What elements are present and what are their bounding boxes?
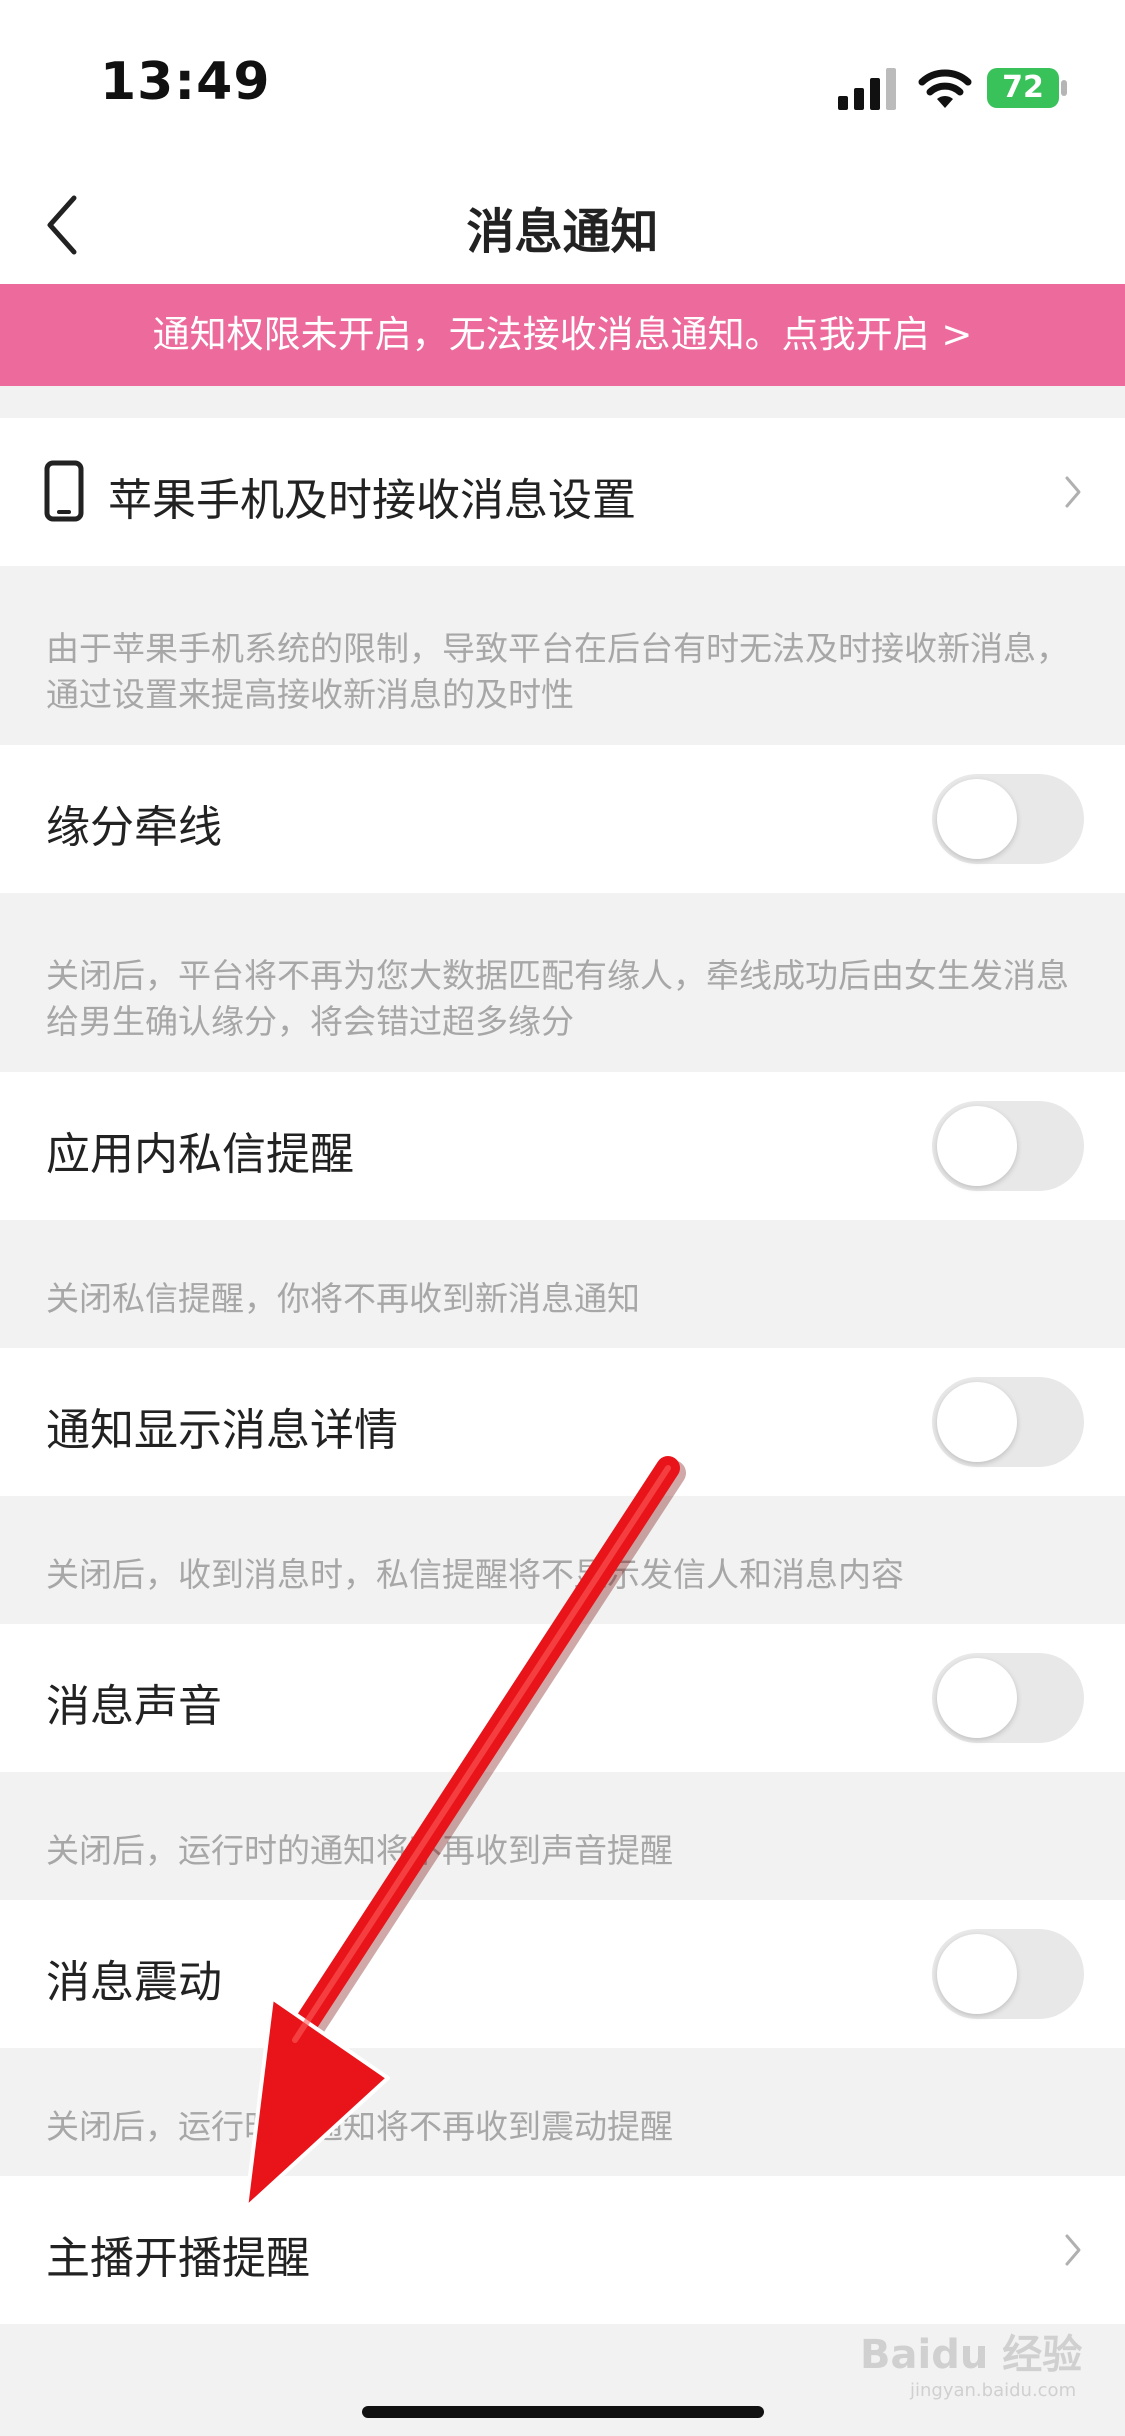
battery-level: 72 xyxy=(1002,70,1044,105)
sound-row: 消息声音 xyxy=(0,1624,1125,1772)
iphone-settings-note: 由于苹果手机系统的限制，导致平台在后台有时无法及时接收新消息，通过设置来提高接收… xyxy=(46,629,1069,714)
anchor-live-row[interactable]: 主播开播提醒 xyxy=(0,2176,1125,2324)
phone-icon xyxy=(44,460,84,522)
baidu-watermark: Baidu 经验 xyxy=(860,2332,1083,2378)
toggle-knob xyxy=(937,1658,1017,1738)
sound-toggle[interactable] xyxy=(932,1653,1084,1743)
cellular-signal-icon xyxy=(838,68,896,110)
iphone-settings-row[interactable]: 苹果手机及时接收消息设置 xyxy=(0,418,1125,566)
page-title: 消息通知 xyxy=(466,204,659,260)
in-app-dm-row: 应用内私信提醒 xyxy=(0,1072,1125,1220)
show-details-toggle[interactable] xyxy=(932,1377,1084,1467)
notification-permission-banner[interactable]: 通知权限未开启，无法接收消息通知。点我开启 > xyxy=(0,284,1125,386)
show-details-row: 通知显示消息详情 xyxy=(0,1348,1125,1496)
chevron-right-icon xyxy=(1065,476,1081,508)
toggle-knob xyxy=(937,1382,1017,1462)
toggle-knob xyxy=(937,1934,1017,2014)
show-details-label: 通知显示消息详情 xyxy=(46,1405,398,1456)
matchmaking-label: 缘分牵线 xyxy=(46,802,222,853)
wifi-icon xyxy=(918,69,972,108)
in-app-dm-label: 应用内私信提醒 xyxy=(46,1129,354,1180)
baidu-watermark-url: jingyan.baidu.com xyxy=(910,2380,1077,2401)
chevron-right-icon xyxy=(1065,2234,1081,2266)
toggle-knob xyxy=(937,779,1017,859)
anchor-live-label: 主播开播提醒 xyxy=(46,2233,310,2284)
sound-label: 消息声音 xyxy=(46,1681,222,1732)
status-time: 13:49 xyxy=(100,52,271,112)
matchmaking-row: 缘分牵线 xyxy=(0,745,1125,893)
vibration-row: 消息震动 xyxy=(0,1900,1125,2048)
navigation-bar: 消息通知 xyxy=(0,170,1125,284)
matchmaking-toggle[interactable] xyxy=(932,774,1084,864)
show-details-note: 关闭后，收到消息时，私信提醒将不显示发信人和消息内容 xyxy=(46,1555,904,1594)
vibration-note: 关闭后，运行时的通知将不再收到震动提醒 xyxy=(46,2107,673,2146)
in-app-dm-toggle[interactable] xyxy=(932,1101,1084,1191)
home-indicator xyxy=(362,2406,764,2418)
status-bar: 13:49 72 xyxy=(0,0,1125,170)
vibration-toggle[interactable] xyxy=(932,1929,1084,2019)
matchmaking-note: 关闭后，平台将不再为您大数据匹配有缘人，牵线成功后由女生发消息给男生确认缘分，将… xyxy=(46,956,1069,1041)
sound-note: 关闭后，运行时的通知将不再收到声音提醒 xyxy=(46,1831,673,1870)
toggle-knob xyxy=(937,1106,1017,1186)
battery-icon: 72 xyxy=(986,66,1068,110)
in-app-dm-note: 关闭私信提醒，你将不再收到新消息通知 xyxy=(46,1279,640,1318)
iphone-settings-label: 苹果手机及时接收消息设置 xyxy=(108,475,636,526)
vibration-label: 消息震动 xyxy=(46,1957,222,2008)
